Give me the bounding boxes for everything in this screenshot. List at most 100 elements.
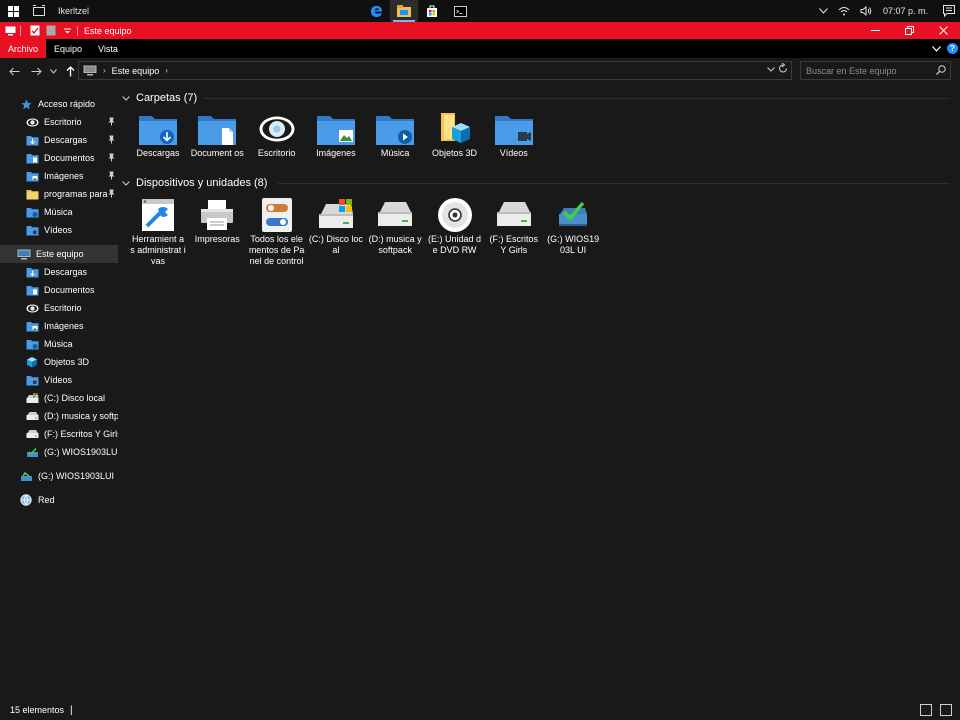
sidebar-item[interactable]: (F:) Escritos Y Girls [0, 425, 118, 443]
chevron-down-icon [49, 68, 57, 74]
sidebar-item[interactable]: Música [0, 335, 118, 353]
taskbar-app-command-prompt[interactable] [446, 0, 474, 22]
tab-equipo[interactable]: Equipo [46, 39, 90, 58]
title-separator [20, 25, 21, 36]
sidebar-item-acceso-rapido[interactable]: Acceso rápido [0, 95, 118, 113]
search-box[interactable] [800, 61, 951, 80]
folder-tile[interactable]: Objetos 3D [427, 110, 483, 159]
video-folder-icon [494, 110, 534, 148]
start-button[interactable] [0, 0, 26, 22]
device-tile[interactable]: Herramient as administrat ivas [130, 196, 186, 267]
search-icon[interactable] [936, 65, 946, 77]
sidebar-item-label: Música [44, 207, 73, 217]
status-bar: 15 elementos | [0, 700, 960, 720]
group-header-dispositivos[interactable]: Dispositivos y unidades (8) [122, 175, 267, 191]
sidebar-item-label: Descargas [44, 267, 88, 277]
sidebar-item[interactable]: (D:) musica y softpa [0, 407, 118, 425]
sidebar-item[interactable]: (G:) WIOS1903LUI [0, 443, 118, 461]
folder-tile[interactable]: Música [367, 110, 423, 159]
tab-vista[interactable]: Vista [90, 39, 126, 58]
task-view-button[interactable] [26, 0, 52, 22]
address-dropdown-icon[interactable] [767, 64, 775, 74]
folder-tile[interactable]: Descargas [130, 110, 186, 159]
document-folder-icon [197, 110, 237, 148]
minimize-button[interactable] [858, 22, 892, 39]
sidebar-item-usb-root[interactable]: (G:) WIOS1903LUI [0, 467, 118, 485]
this-pc-small-icon[interactable] [4, 25, 16, 37]
sidebar-item[interactable]: Descargas [0, 263, 118, 281]
document-folder-icon [25, 284, 39, 296]
this-pc-icon [17, 248, 31, 260]
sidebar-item-este-equipo[interactable]: Este equipo [0, 245, 118, 263]
sidebar-item[interactable]: Escritorio [0, 299, 118, 317]
forward-button[interactable] [25, 60, 47, 82]
windows-drive-icon [25, 392, 39, 404]
properties-icon[interactable] [29, 25, 41, 37]
device-tile[interactable]: Todos los elementos de Panel de control [249, 196, 305, 267]
address-bar[interactable]: › Este equipo › [78, 61, 792, 80]
back-button[interactable] [3, 60, 25, 82]
large-icons-view-icon[interactable] [940, 704, 952, 716]
recent-locations-button[interactable] [47, 60, 59, 82]
device-tile[interactable]: Impresoras [189, 196, 245, 245]
device-tile[interactable]: (E:) Unidad de DVD RW [427, 196, 483, 256]
sidebar-item-label: (F:) Escritos Y Girls [44, 429, 118, 439]
refresh-icon[interactable] [778, 62, 788, 77]
tile-label: (G:) WIOS1903L UI [547, 234, 600, 255]
music-folder-icon [25, 338, 39, 350]
search-input[interactable] [801, 62, 931, 79]
sidebar-item-label: Música [44, 339, 73, 349]
expand-ribbon-icon[interactable] [932, 45, 941, 52]
tray-chevron-icon[interactable] [814, 0, 833, 22]
3d-objects-icon [435, 110, 475, 148]
sidebar-item[interactable]: Documentos [0, 149, 118, 167]
device-tile[interactable]: (G:) WIOS1903L UI [545, 196, 601, 256]
restore-button[interactable] [892, 22, 926, 39]
action-center-button[interactable] [938, 0, 960, 22]
download-folder-icon [25, 266, 39, 278]
device-tile[interactable]: (C:) Disco local [308, 196, 364, 256]
device-tile[interactable]: (D:) musica y softpack [367, 196, 423, 256]
details-view-icon[interactable] [920, 704, 932, 716]
folder-tile[interactable]: Vídeos [486, 110, 542, 159]
eye-icon [257, 110, 297, 148]
sidebar-item[interactable]: Objetos 3D [0, 353, 118, 371]
group-header-carpetas[interactable]: Carpetas (7) [122, 90, 197, 106]
status-cursor: | [70, 704, 73, 716]
edge-icon [370, 5, 382, 17]
volume-icon[interactable] [855, 0, 877, 22]
help-icon[interactable]: ? [947, 43, 958, 54]
sidebar-item-red[interactable]: Red [0, 491, 118, 509]
system-tray: 07:07 p. m. [814, 0, 960, 22]
device-tile[interactable]: (F:) Escritos Y Girls [486, 196, 542, 256]
taskbar-app-edge[interactable] [362, 0, 390, 22]
sidebar-item-label: Acceso rápido [38, 99, 96, 109]
breadcrumb-este-equipo[interactable]: Este equipo [112, 66, 160, 76]
wifi-icon[interactable] [833, 0, 855, 22]
tab-archivo[interactable]: Archivo [0, 39, 47, 58]
sidebar-item[interactable]: Escritorio [0, 113, 118, 131]
this-pc-icon [83, 65, 97, 76]
folder-tile[interactable]: Escritorio [249, 110, 305, 159]
usb-drive-icon [19, 470, 33, 482]
sidebar-item[interactable]: Documentos [0, 281, 118, 299]
folder-tile[interactable]: Document os [189, 110, 245, 159]
folder-tile[interactable]: Imágenes [308, 110, 364, 159]
quick-access-dropdown-icon[interactable] [61, 25, 73, 37]
sidebar-item[interactable]: Imágenes [0, 167, 118, 185]
new-folder-icon[interactable] [45, 25, 57, 37]
sidebar-item[interactable]: Descargas [0, 131, 118, 149]
sidebar-item[interactable]: Vídeos [0, 221, 118, 239]
taskbar-app-store[interactable] [418, 0, 446, 22]
sidebar-item[interactable]: Música [0, 203, 118, 221]
close-button[interactable] [926, 22, 960, 39]
sidebar-item[interactable]: Vídeos [0, 371, 118, 389]
sidebar-item[interactable]: (C:) Disco local [0, 389, 118, 407]
taskbar-app-file-explorer[interactable] [390, 0, 418, 22]
breadcrumb-chevron-icon[interactable]: › [103, 66, 106, 75]
sidebar-item[interactable]: programas para [0, 185, 118, 203]
sidebar-item[interactable]: Imágenes [0, 317, 118, 335]
breadcrumb-chevron-icon[interactable]: › [165, 66, 168, 75]
clock[interactable]: 07:07 p. m. [877, 0, 938, 22]
notification-icon [943, 5, 955, 17]
